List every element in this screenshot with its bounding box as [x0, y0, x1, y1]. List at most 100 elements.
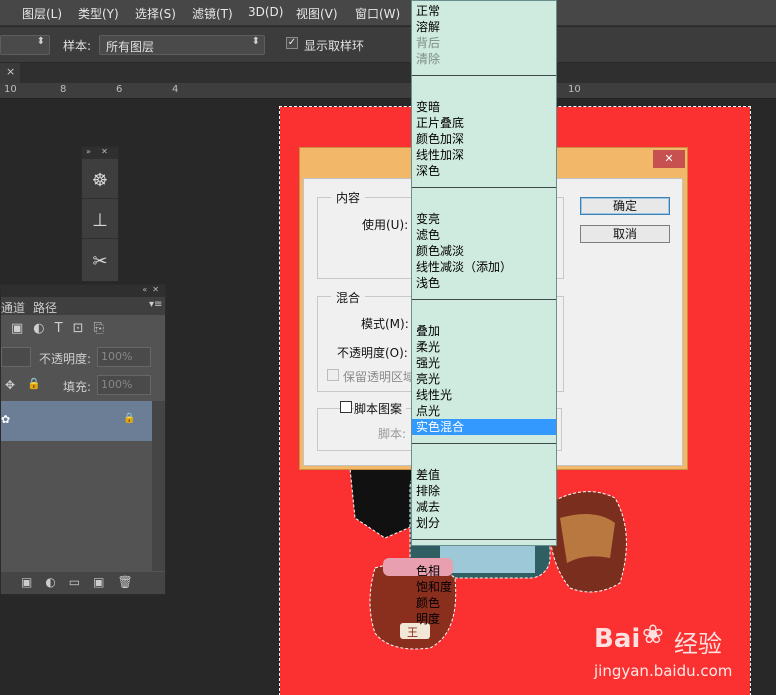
blend-mode-option[interactable]: 浅色	[416, 275, 554, 291]
script-label: 脚本图案	[354, 400, 407, 417]
sample-select[interactable]: 所有图层 ⬍	[99, 35, 265, 55]
blend-mode-option[interactable]: 颜色减淡	[416, 243, 554, 259]
opacity-value: 100%	[101, 350, 133, 363]
lock-icon: 🔒	[123, 413, 136, 424]
panel-menu-icon[interactable]: ▾≡	[149, 299, 162, 310]
svg-text:王: 王	[407, 626, 418, 639]
script-sub-label: 脚本:	[378, 427, 407, 441]
blend-mode-option[interactable]: 排除	[416, 483, 554, 499]
move-lock-icon[interactable]: ✥	[5, 378, 15, 392]
mode-label: 模式(M):	[361, 317, 409, 331]
cancel-button[interactable]: 取消	[580, 225, 670, 243]
use-label: 使用(U):	[362, 218, 409, 232]
ruler-tick: 10	[568, 84, 581, 95]
script-checkbox[interactable]	[340, 401, 352, 413]
menu-bar: 图层(L) 类型(Y) 选择(S) 滤镜(T) 3D(D) 视图(V) 窗口(W…	[0, 0, 776, 26]
blend-mode-option[interactable]: 变亮	[416, 211, 554, 227]
blend-group-title: 混合	[331, 289, 366, 306]
opacity-label: 不透明度(O):	[337, 346, 408, 360]
blend-mode-option[interactable]: 强光	[416, 355, 554, 371]
blend-mode-dropdown: 正常 溶解 背后 清除 变暗 正片叠底 颜色加深 线性加深 深色 变亮 滤色 颜色减淡 线性减淡（添加）…	[411, 0, 557, 626]
show-ring-checkbox[interactable]: ✓	[286, 37, 298, 49]
menu-type[interactable]: 类型(Y)	[78, 5, 119, 22]
preserve-label: 保留透明区域	[343, 370, 416, 384]
blend-mode-option[interactable]: 滤色	[416, 227, 554, 243]
blend-mode-option[interactable]: 差值	[416, 467, 554, 483]
layers-panel: « ✕ 通道 路径 ▾≡ ▣◐T⊡⎘ 不透明度: 100% ✥ 🔒 填充: 10…	[0, 284, 166, 595]
menu-window[interactable]: 窗口(W)	[355, 5, 400, 22]
close-icon[interactable]: ×	[6, 65, 15, 78]
blend-mode-option[interactable]: 实色混合	[412, 419, 556, 435]
menu-select[interactable]: 选择(S)	[135, 5, 176, 22]
blend-mode-option[interactable]: 线性减淡（添加）	[416, 259, 554, 275]
blend-mode-option[interactable]: 变暗	[416, 99, 554, 115]
fill-field[interactable]: 100%	[97, 375, 151, 395]
menu-separator	[412, 299, 556, 300]
blend-mode-option[interactable]: 正常	[416, 3, 554, 19]
blend-mode-option[interactable]: 亮光	[416, 371, 554, 387]
sample-value: 所有图层	[106, 40, 155, 54]
layer-row[interactable]: ✿ 🔒	[1, 401, 152, 441]
blend-mode-option[interactable]: 减去	[416, 499, 554, 515]
layer-filter-icons[interactable]: ▣◐T⊡⎘	[11, 321, 114, 336]
menu-separator	[412, 187, 556, 188]
menu-layer[interactable]: 图层(L)	[22, 5, 62, 22]
menu-view[interactable]: 视图(V)	[296, 5, 338, 22]
menu-separator	[412, 539, 556, 540]
menu-separator	[412, 443, 556, 444]
blend-mode-option[interactable]: 明度	[416, 611, 554, 627]
chevron-updown-icon: ⬍	[251, 36, 260, 47]
panel-header[interactable]: « ✕	[1, 285, 165, 297]
blend-mode-option: 背后	[416, 36, 441, 50]
layer-actions-bar[interactable]: ▣◐▭▣🗑	[1, 572, 165, 594]
layer-thumbnail-icon: ✿	[1, 413, 11, 426]
blend-mode-option[interactable]: 线性光	[416, 387, 554, 403]
baidu-watermark: Bai ❀ 经验 jingyan.baidu.com	[590, 610, 770, 690]
close-icon[interactable]: ✕	[653, 150, 685, 168]
horizontal-ruler: 10 8 6 4 10	[0, 83, 776, 99]
opacity-field[interactable]: 100%	[97, 347, 151, 367]
clone-stamp-icon[interactable]: ⊥	[82, 203, 118, 239]
preserve-checkbox[interactable]	[327, 369, 339, 381]
blend-mode-option[interactable]: 叠加	[416, 323, 554, 339]
sample-label: 样本:	[63, 39, 92, 53]
document-tab-strip: ×	[0, 63, 776, 83]
blend-mode-option[interactable]: 颜色加深	[416, 131, 554, 147]
blend-mode-option[interactable]: 颜色	[416, 595, 554, 611]
tab-paths[interactable]: 路径	[33, 299, 57, 316]
menu-filter[interactable]: 滤镜(T)	[192, 5, 233, 22]
watermark-brand-cn: 经验	[674, 630, 722, 658]
ruler-tick: 6	[116, 84, 123, 95]
blend-mode-option[interactable]: 溶解	[416, 19, 554, 35]
blend-mode-option[interactable]: 点光	[416, 403, 554, 419]
blend-mode-select[interactable]	[1, 347, 31, 367]
lock-icon[interactable]: 🔒	[27, 377, 41, 390]
blend-mode-option[interactable]: 柔光	[416, 339, 554, 355]
fill-value: 100%	[101, 378, 133, 391]
blend-mode-option[interactable]: 正片叠底	[416, 115, 554, 131]
panel-header[interactable]: » ✕	[82, 147, 118, 159]
tools-icon[interactable]: ✂	[82, 243, 118, 279]
ok-button[interactable]: 确定	[580, 197, 670, 215]
ruler-tick: 10	[4, 84, 17, 95]
tab-channels[interactable]: 通道	[1, 299, 25, 316]
layers-scrollbar[interactable]	[152, 401, 165, 571]
panel-tabs: 通道 路径 ▾≡	[1, 297, 165, 315]
blend-mode-option[interactable]: 线性加深	[416, 147, 554, 163]
paw-icon: ❀	[642, 620, 664, 650]
menu-3d[interactable]: 3D(D)	[248, 5, 283, 19]
blend-mode-option[interactable]: 饱和度	[416, 579, 554, 595]
watermark-brand: Bai	[594, 624, 641, 654]
content-group-title: 内容	[331, 189, 366, 206]
show-ring-label: 显示取样环	[304, 39, 365, 53]
blend-mode-option[interactable]: 划分	[416, 515, 554, 531]
options-bar: ⬍ 样本: 所有图层 ⬍ ✓ 显示取样环	[0, 27, 776, 63]
size-select[interactable]: ⬍	[0, 35, 50, 55]
document-tab[interactable]: ×	[0, 63, 20, 83]
blend-mode-option[interactable]: 深色	[416, 163, 554, 179]
opacity-label: 不透明度:	[39, 352, 92, 366]
fill-label: 填充:	[63, 380, 92, 394]
wheel-icon[interactable]: ☸	[82, 163, 118, 199]
blend-mode-option[interactable]: 色相	[416, 563, 554, 579]
menu-separator	[412, 75, 556, 76]
